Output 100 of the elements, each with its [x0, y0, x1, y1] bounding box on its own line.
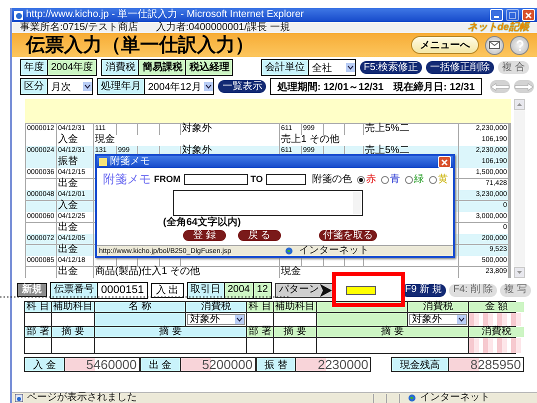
table-cell: 出金	[57, 223, 93, 234]
to-label: TO	[250, 175, 263, 184]
note-icon	[99, 158, 107, 166]
length-note: (全角64文字以内)	[163, 218, 241, 228]
list-button[interactable]: 一覧表示	[218, 80, 266, 93]
field-label: 会計単位	[262, 60, 308, 75]
toolbar-button[interactable]: 一括修正削除	[426, 61, 494, 74]
from-field[interactable]	[184, 174, 248, 185]
left-arrow-icon	[490, 82, 510, 90]
close-button[interactable]	[438, 156, 451, 168]
input-field[interactable]	[317, 313, 407, 326]
table-cell: 出金	[57, 245, 93, 256]
memo-text-area[interactable]	[173, 190, 363, 216]
input-field[interactable]	[25, 338, 51, 353]
close-icon	[525, 12, 532, 18]
close-button[interactable]	[522, 9, 535, 21]
toolbar-button[interactable]: F5:検索修正	[360, 61, 422, 74]
zone-label: インターネット	[299, 246, 369, 256]
period-display: 処理期間: 12/01～12/31 現在締月日: 12/31	[270, 78, 482, 95]
globe-icon	[408, 394, 416, 402]
total-value: 2230000	[296, 357, 372, 372]
table-cell: 出金	[57, 267, 93, 278]
total-value: 5460000	[64, 357, 140, 372]
table-cell: 売上5%二	[364, 124, 458, 135]
total-value: 8285950	[449, 357, 524, 372]
input-field[interactable]	[95, 338, 246, 353]
dropdown-arrow-icon	[235, 315, 244, 324]
column-header: 金 額	[469, 302, 524, 312]
office-name: 事業所名:0715/テスト商店	[20, 22, 138, 32]
input-field[interactable]	[247, 313, 273, 326]
zone-label: インターネット	[420, 393, 490, 403]
direction-field[interactable]: 入 出	[150, 282, 184, 298]
field-value: 税込経理	[185, 60, 232, 75]
help-button[interactable]	[510, 36, 529, 54]
maximize-icon	[509, 12, 516, 18]
scrollbar[interactable]	[353, 191, 362, 215]
field-label: 年度	[21, 60, 47, 75]
total-label: 出 金	[140, 357, 181, 372]
dialog-button[interactable]: 登 録	[183, 230, 226, 241]
input-field[interactable]	[52, 338, 94, 353]
type-select[interactable]: 月次	[47, 79, 92, 94]
input-field[interactable]	[95, 313, 185, 326]
dropdown-arrow-icon	[204, 82, 214, 91]
scrollbar[interactable]	[514, 99, 525, 278]
page-icon	[15, 394, 23, 402]
column-header: 部 署	[25, 327, 51, 337]
unit-select[interactable]: 全社	[308, 60, 355, 75]
mail-button[interactable]	[485, 36, 504, 54]
status-message: ページが表示されました	[27, 393, 137, 403]
column-header: 摘 要	[52, 327, 94, 337]
pattern-button[interactable]: パターン	[274, 282, 333, 298]
radio-button[interactable]	[428, 176, 437, 184]
column-header: 消費税	[469, 327, 524, 337]
field-label: 区分	[21, 79, 47, 94]
total-label: 現金残高	[391, 357, 449, 372]
table-cell: 売上1 その他	[280, 135, 458, 146]
field-label: 消費税	[102, 60, 138, 75]
radio-label: 緑	[414, 174, 424, 184]
radio-button[interactable]	[380, 176, 389, 184]
field-value: 2004	[224, 282, 253, 298]
column-header: 摘 要	[317, 327, 468, 337]
input-field[interactable]	[274, 338, 316, 353]
field-value: 12	[252, 282, 271, 298]
globe-icon	[285, 247, 293, 255]
to-field[interactable]	[266, 174, 306, 185]
radio-button[interactable]	[404, 176, 413, 184]
table-cell: 対象外	[181, 124, 279, 135]
tax-select[interactable]: 対象外	[187, 314, 245, 325]
page-icon	[14, 10, 23, 20]
column-header: 消費税	[408, 302, 468, 312]
input-field[interactable]	[469, 338, 524, 353]
field-label: 取引日	[188, 282, 224, 298]
input-field[interactable]	[274, 313, 316, 326]
month-select[interactable]: 2004年12月	[144, 79, 214, 94]
arrowhead-icon	[320, 284, 332, 296]
tax-select[interactable]: 対象外	[409, 314, 467, 325]
maximize-button[interactable]	[506, 9, 519, 21]
column-header: 補助科目	[274, 302, 316, 312]
column-header: 消費税	[186, 302, 246, 312]
highlight-field[interactable]	[346, 286, 376, 294]
column-header: 科 目	[25, 302, 51, 312]
radio-button[interactable]	[356, 176, 365, 184]
column-header: 摘 要	[95, 327, 246, 337]
close-icon	[441, 158, 448, 166]
page-title: 伝票入力（単一仕訳入力）	[26, 34, 255, 58]
input-field[interactable]	[25, 313, 51, 326]
input-field[interactable]	[317, 338, 468, 353]
menu-button[interactable]: メニューへ	[411, 36, 479, 54]
field-label: 伝票番号	[51, 282, 97, 298]
logo: ネットde記帳	[467, 22, 529, 32]
input-field[interactable]	[247, 338, 273, 353]
field-value: 簡易課税	[138, 60, 186, 75]
minimize-button[interactable]	[490, 9, 503, 21]
radio-label: 黄	[438, 174, 448, 184]
remove-note-button[interactable]: 付箋を取る	[319, 230, 377, 241]
input-field[interactable]	[52, 313, 94, 326]
question-mark-icon	[516, 40, 524, 50]
amount-field[interactable]	[469, 313, 524, 326]
column-header: 部 署	[247, 327, 273, 337]
dialog-button[interactable]: 戻 る	[238, 230, 281, 241]
